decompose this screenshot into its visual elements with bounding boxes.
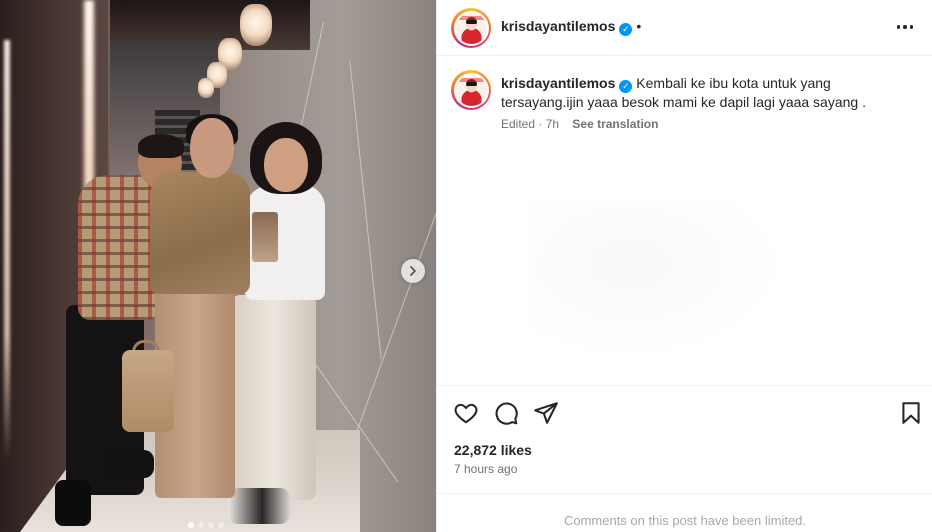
wall-light-left — [4, 40, 10, 460]
more-options-icon[interactable] — [891, 14, 919, 40]
share-icon — [534, 402, 558, 424]
carousel-dots — [188, 522, 224, 528]
carousel-dot — [188, 522, 194, 528]
see-translation-link[interactable]: See translation — [572, 117, 658, 131]
save-button[interactable] — [898, 400, 924, 426]
footer-divider — [437, 493, 932, 494]
comment-button[interactable] — [493, 400, 519, 426]
likes-count[interactable]: 22,872 likes — [454, 442, 532, 458]
username-link[interactable]: krisdayantilemos — [501, 18, 615, 34]
post-side-panel: krisdayantilemos ✓ • krisdayantilemos ✓ Kem… — [436, 0, 932, 532]
person-boy-shirt — [78, 175, 160, 320]
share-button[interactable] — [533, 400, 559, 426]
carousel-next-button[interactable] — [401, 259, 425, 283]
chevron-right-icon — [410, 266, 416, 276]
post-photo[interactable] — [0, 0, 436, 532]
person-girl-shirt-print — [252, 212, 278, 262]
like-button[interactable] — [453, 400, 479, 426]
person-girl-shoe — [228, 488, 290, 524]
verified-badge-icon: ✓ — [619, 79, 633, 93]
comments-area — [527, 200, 787, 360]
avatar[interactable] — [451, 8, 491, 48]
pendant-lamp — [198, 78, 214, 98]
caption-avatar[interactable] — [451, 70, 491, 110]
carousel-dot — [198, 522, 204, 528]
comments-limited-notice: Comments on this post have been limited. — [563, 513, 807, 528]
post-timestamp[interactable]: 7 hours ago — [454, 462, 517, 476]
marble-vein — [349, 60, 382, 360]
person-boy-hair — [138, 134, 184, 158]
comment-icon — [495, 402, 518, 425]
person-woman-shirt — [150, 172, 250, 294]
carousel-dot — [208, 522, 214, 528]
edited-label: Edited — [501, 117, 536, 131]
heart-icon — [454, 403, 478, 424]
person-girl-face — [264, 138, 308, 192]
bookmark-icon — [902, 402, 920, 424]
caption-username-link[interactable]: krisdayantilemos — [501, 75, 615, 91]
meta-separator: · — [535, 117, 546, 131]
pendant-lamp — [240, 4, 272, 46]
marble-vein — [352, 207, 436, 443]
verified-badge-icon: ✓ — [619, 23, 633, 36]
header-name-row: krisdayantilemos ✓ • — [501, 18, 641, 36]
person-woman-head — [190, 118, 234, 178]
person-girl-pants — [232, 295, 316, 500]
actions-divider — [437, 385, 932, 386]
caption-meta: Edited · 7h See translation — [501, 117, 658, 131]
carousel-dot — [218, 522, 224, 528]
person-boy-shoe — [104, 450, 154, 478]
avatar-image — [455, 74, 487, 106]
handbag — [122, 350, 174, 432]
caption-text-block: krisdayantilemos ✓ Kembali ke ibu kota un… — [501, 74, 911, 111]
post-age[interactable]: 7h — [546, 117, 559, 131]
post-header: krisdayantilemos ✓ • — [437, 0, 932, 56]
avatar-image — [455, 12, 487, 44]
header-separator: • — [636, 18, 642, 34]
person-boy-shoe — [55, 480, 91, 526]
